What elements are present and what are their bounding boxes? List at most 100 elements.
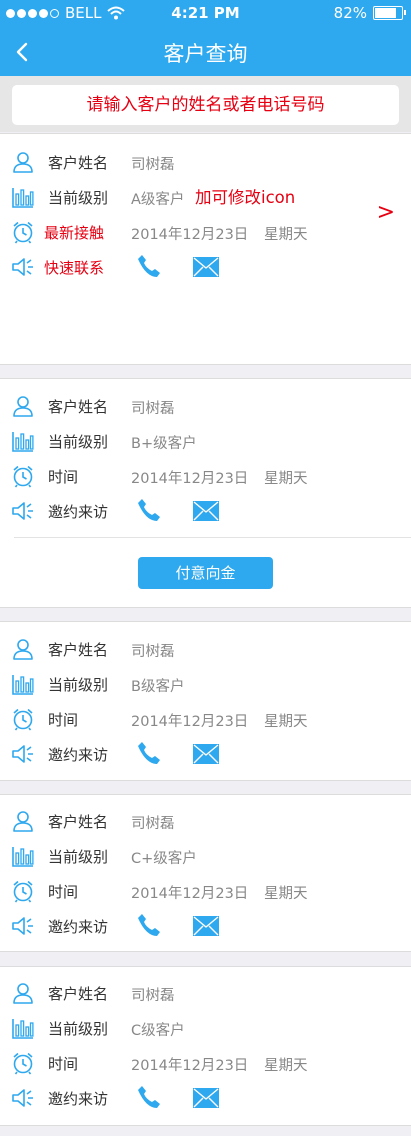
- customer-name-row: 客户姓名 司树磊: [0, 389, 411, 423]
- customer-level-row: 当前级别 B+级客户: [0, 424, 411, 458]
- invite-visit-row: 邀约来访: [0, 737, 411, 771]
- user-icon: [13, 639, 33, 660]
- search-bar: [0, 76, 411, 132]
- time-label: 时间: [48, 1055, 79, 1073]
- navigation-bar: 客户查询: [0, 28, 411, 76]
- speaker-icon: [12, 917, 34, 935]
- contact-time-row: 时间 2014年12月23日 星期天: [0, 702, 411, 736]
- alarm-clock-icon: [13, 880, 33, 903]
- bar-chart-icon: [12, 187, 34, 208]
- mail-icon[interactable]: [192, 743, 220, 765]
- name-label: 客户姓名: [48, 398, 109, 416]
- customer-level-row: 当前级别 A级客户 加可修改icon: [0, 180, 411, 214]
- contact-date: 2014年12月23日: [131, 227, 249, 243]
- level-label: 当前级别: [48, 676, 109, 694]
- user-icon: [13, 983, 33, 1004]
- contact-weekday: 星期天: [264, 714, 308, 730]
- customer-card[interactable]: 客户姓名 司树磊 当前级别 A级客户 加可修改icon 最新接触 2014年12…: [0, 133, 411, 365]
- contact-time-row: 时间 2014年12月23日 星期天: [0, 874, 411, 908]
- contact-weekday: 星期天: [264, 471, 308, 487]
- user-icon: [13, 811, 33, 832]
- contact-date: 2014年12月23日: [131, 471, 249, 487]
- alarm-clock-icon: [13, 708, 33, 731]
- customer-card[interactable]: 客户姓名 司树磊 当前级别 C+级客户 时间 2014年12月23日 星期天 邀…: [0, 794, 411, 952]
- alarm-clock-icon: [13, 465, 33, 488]
- speaker-icon: [12, 502, 34, 520]
- level-label: 当前级别: [48, 848, 109, 866]
- customer-level: B+级客户: [131, 436, 197, 452]
- customer-name: 司树磊: [131, 816, 175, 832]
- name-label: 客户姓名: [48, 813, 109, 831]
- invite-visit-row: 邀约来访: [0, 1081, 411, 1115]
- phone-icon[interactable]: [136, 912, 162, 938]
- speaker-icon: [12, 1089, 34, 1107]
- customer-name: 司树磊: [131, 157, 175, 173]
- mail-icon[interactable]: [192, 256, 220, 278]
- customer-name: 司树磊: [131, 644, 175, 660]
- invite-visit-row: 邀约来访: [0, 909, 411, 943]
- invite-visit-row: 邀约来访: [0, 494, 411, 528]
- customer-level: C+级客户: [131, 851, 197, 867]
- contact-label: 邀约来访: [48, 918, 109, 936]
- user-icon: [13, 152, 33, 173]
- bar-chart-icon: [12, 1018, 34, 1039]
- contact-label: 快速联系: [44, 259, 105, 277]
- speaker-icon: [12, 258, 34, 276]
- contact-weekday: 星期天: [264, 1058, 308, 1074]
- customer-name-row: 客户姓名 司树磊: [0, 804, 411, 838]
- level-label: 当前级别: [48, 1020, 109, 1038]
- divider: [14, 537, 411, 538]
- contact-date: 2014年12月23日: [131, 714, 249, 730]
- customer-name: 司树磊: [131, 401, 175, 417]
- bar-chart-icon: [12, 846, 34, 867]
- contact-date: 2014年12月23日: [131, 1058, 249, 1074]
- bar-chart-icon: [12, 674, 34, 695]
- name-label: 客户姓名: [48, 985, 109, 1003]
- user-icon: [13, 396, 33, 417]
- alarm-clock-icon: [13, 1052, 33, 1075]
- customer-level-row: 当前级别 B级客户: [0, 667, 411, 701]
- phone-icon[interactable]: [136, 1084, 162, 1110]
- contact-weekday: 星期天: [264, 886, 308, 902]
- pay-deposit-button[interactable]: 付意向金: [138, 557, 273, 589]
- customer-level: A级客户: [131, 192, 185, 208]
- customer-card[interactable]: 客户姓名 司树磊 当前级别 C级客户 时间 2014年12月23日 星期天 邀约…: [0, 966, 411, 1126]
- contact-time-row: 时间 2014年12月23日 星期天: [0, 1046, 411, 1080]
- detail-arrow[interactable]: >: [377, 200, 395, 225]
- customer-name-row: 客户姓名 司树磊: [0, 632, 411, 666]
- time-label: 时间: [48, 711, 79, 729]
- phone-icon[interactable]: [136, 497, 162, 523]
- level-edit-annotation: 加可修改icon: [195, 188, 296, 207]
- customer-name-row: 客户姓名 司树磊: [0, 976, 411, 1010]
- customer-level-row: 当前级别 C+级客户: [0, 839, 411, 873]
- mail-icon[interactable]: [192, 915, 220, 937]
- battery-area: 82%: [333, 4, 406, 22]
- chevron-left-icon[interactable]: [10, 38, 38, 66]
- name-label: 客户姓名: [48, 154, 109, 172]
- contact-time-row: 最新接触 2014年12月23日 星期天: [0, 215, 411, 249]
- customer-level: B级客户: [131, 679, 185, 695]
- mail-icon[interactable]: [192, 500, 220, 522]
- contact-weekday: 星期天: [264, 227, 308, 243]
- time-label: 最新接触: [44, 224, 105, 242]
- customer-name: 司树磊: [131, 988, 175, 1004]
- speaker-icon: [12, 745, 34, 763]
- battery-icon: [373, 6, 406, 20]
- contact-label: 邀约来访: [48, 503, 109, 521]
- page-title: 客户查询: [163, 42, 248, 66]
- bar-chart-icon: [12, 431, 34, 452]
- level-label: 当前级别: [48, 433, 109, 451]
- search-input[interactable]: [12, 85, 399, 125]
- battery-percent: 82%: [333, 4, 367, 22]
- mail-icon[interactable]: [192, 1087, 220, 1109]
- phone-icon[interactable]: [136, 253, 162, 279]
- contact-date: 2014年12月23日: [131, 886, 249, 902]
- time-label: 时间: [48, 468, 79, 486]
- customer-card[interactable]: 客户姓名 司树磊 当前级别 B级客户 时间 2014年12月23日 星期天 邀约…: [0, 621, 411, 781]
- phone-icon[interactable]: [136, 740, 162, 766]
- customer-card[interactable]: 客户姓名 司树磊 当前级别 B+级客户 时间 2014年12月23日 星期天 邀…: [0, 378, 411, 608]
- name-label: 客户姓名: [48, 641, 109, 659]
- contact-time-row: 时间 2014年12月23日 星期天: [0, 459, 411, 493]
- alarm-clock-icon: [13, 221, 33, 244]
- contact-label: 邀约来访: [48, 1090, 109, 1108]
